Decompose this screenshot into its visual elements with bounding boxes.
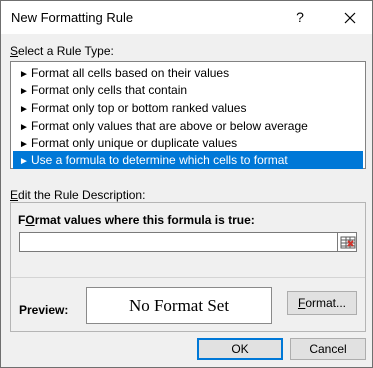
preview-label: Preview: [19,303,69,317]
range-selector-icon [340,236,356,249]
rule-description-label: Edit the Rule Description: [10,188,146,202]
close-button[interactable] [334,3,366,31]
dialog-body: Select a Rule Type: ► Format all cells ba… [1,34,372,367]
rule-item-unique-duplicate[interactable]: ► Format only unique or duplicate values [13,134,363,152]
rule-item-top-bottom[interactable]: ► Format only top or bottom ranked values [13,99,363,117]
preview-box: No Format Set [86,287,272,324]
rule-description-box: FOrmat values where this formula is true… [10,202,366,332]
arrow-icon: ► [19,156,29,167]
dialog-title: New Formatting Rule [11,10,134,25]
ok-button[interactable]: OK [197,338,283,360]
formula-label: FOrmat values where this formula is true… [18,213,255,227]
cancel-button[interactable]: Cancel [290,338,366,360]
rule-type-list[interactable]: ► Format all cells based on their values … [10,61,366,169]
rule-type-label: Select a Rule Type: [10,44,114,58]
divider [11,277,365,278]
format-button[interactable]: Format... [287,291,357,315]
rule-item-use-formula[interactable]: ► Use a formula to determine which cells … [13,151,363,169]
rule-item-above-below-average[interactable]: ► Format only values that are above or be… [13,117,363,135]
help-button[interactable]: ? [285,3,315,31]
close-icon [344,12,356,24]
new-formatting-rule-dialog: New Formatting Rule ? Select a Rule Type… [0,0,373,368]
title-bar: New Formatting Rule ? [1,1,372,34]
range-selector-button[interactable] [337,232,357,252]
formula-input[interactable] [19,232,338,252]
rule-item-cells-contain[interactable]: ► Format only cells that contain [13,81,363,99]
rule-item-all-cells[interactable]: ► Format all cells based on their values [13,64,363,82]
